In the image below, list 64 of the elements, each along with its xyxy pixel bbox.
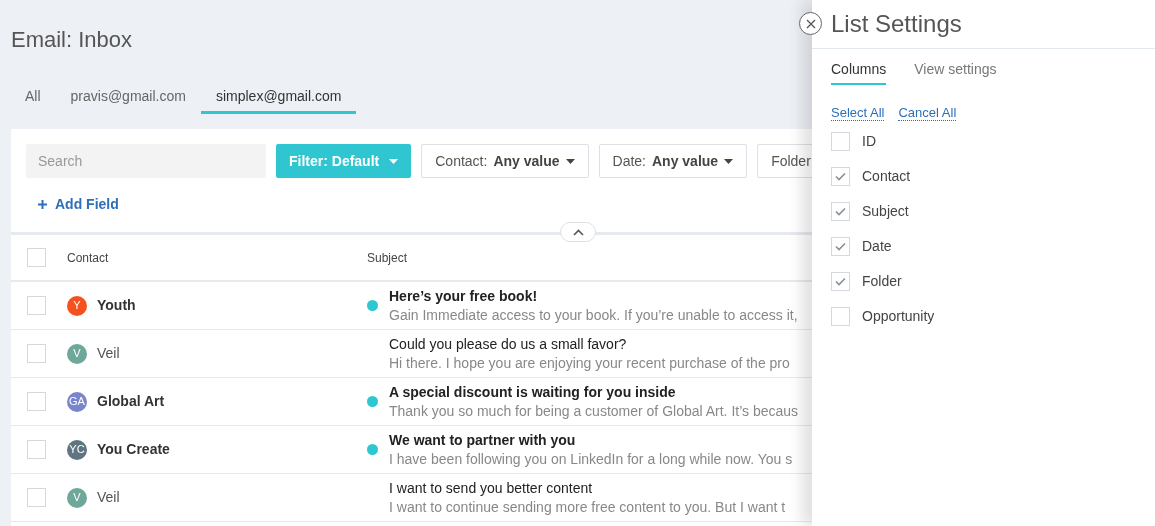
email-subject[interactable]: A special discount is waiting for you inside bbox=[389, 382, 799, 402]
caret-icon bbox=[724, 158, 734, 164]
column-option-label: Folder bbox=[862, 272, 902, 291]
checkmark-icon bbox=[835, 207, 846, 216]
contact-name: Veil bbox=[97, 488, 120, 507]
account-tab[interactable]: simplex@gmail.com bbox=[200, 80, 357, 114]
column-option-label: Date bbox=[862, 237, 892, 256]
account-tab[interactable]: pravis@gmail.com bbox=[55, 80, 201, 114]
column-option-label: Opportunity bbox=[862, 307, 935, 326]
avatar: V bbox=[67, 487, 87, 508]
column-checkbox[interactable] bbox=[831, 132, 850, 151]
search-field[interactable]: Search bbox=[26, 144, 266, 178]
column-header[interactable]: Subject bbox=[367, 248, 408, 267]
column-checkbox[interactable] bbox=[831, 272, 850, 291]
avatar: V bbox=[67, 343, 87, 364]
filter-dropdown[interactable]: Contact: Any value bbox=[421, 144, 589, 178]
page-title: Email: Inbox bbox=[11, 26, 133, 54]
filter-dropdown[interactable]: Date: Any value bbox=[598, 144, 748, 178]
checkmark-icon bbox=[835, 277, 846, 286]
email-preview: Gain Immediate access to your book. If you’re unable to access it, bbox=[389, 305, 798, 325]
contact-name: Veil bbox=[97, 344, 120, 363]
settings-tab[interactable]: View settings bbox=[914, 57, 997, 85]
column-option-label: Contact bbox=[862, 167, 911, 186]
chevron-up-icon bbox=[572, 228, 584, 236]
account-tab[interactable]: All bbox=[11, 80, 56, 114]
email-preview: Hi there. I hope you are enjoying your recent purchase of the pro bbox=[389, 353, 790, 373]
caret-icon bbox=[565, 158, 575, 164]
checkmark-icon bbox=[835, 242, 846, 251]
caret-icon bbox=[389, 158, 399, 164]
contact-name: You Create bbox=[97, 440, 170, 459]
column-header[interactable]: Contact bbox=[67, 248, 367, 267]
column-checkbox[interactable] bbox=[831, 202, 850, 221]
cancel-all-link[interactable]: Cancel All bbox=[898, 105, 957, 121]
plus-icon bbox=[38, 200, 47, 209]
column-option-label: ID bbox=[862, 132, 876, 151]
contact-name: Global Art bbox=[97, 392, 165, 411]
email-subject[interactable]: Could you please do us a small favor? bbox=[389, 334, 790, 354]
checkmark-icon bbox=[835, 172, 846, 181]
email-preview: I want to continue sending more free content to you. But I want t bbox=[389, 497, 786, 517]
column-option-label: Subject bbox=[862, 202, 909, 221]
email-preview: I have been following you on LinkedIn for a long while now. You s bbox=[389, 449, 793, 469]
panel-title: List Settings bbox=[831, 9, 962, 39]
row-checkbox[interactable] bbox=[27, 344, 46, 363]
collapse-button[interactable] bbox=[560, 222, 596, 242]
add-field-link[interactable]: Add Field bbox=[38, 194, 119, 215]
row-checkbox[interactable] bbox=[27, 296, 46, 315]
column-checkbox[interactable] bbox=[831, 307, 850, 326]
avatar: Y bbox=[67, 295, 87, 316]
select-all-checkbox[interactable] bbox=[27, 248, 46, 267]
row-checkbox[interactable] bbox=[27, 488, 46, 507]
settings-tab[interactable]: Columns bbox=[831, 57, 887, 85]
email-subject[interactable]: I want to send you better content bbox=[389, 478, 786, 498]
column-checkbox[interactable] bbox=[831, 237, 850, 256]
email-preview: Thank you so much for being a customer of Global Art. It’s becaus bbox=[389, 401, 799, 421]
avatar: YC bbox=[67, 439, 87, 460]
email-subject[interactable]: We want to partner with you bbox=[389, 430, 793, 450]
avatar: GA bbox=[67, 391, 87, 412]
select-all-link[interactable]: Select All bbox=[831, 105, 885, 121]
contact-name: Youth bbox=[97, 296, 136, 315]
row-checkbox[interactable] bbox=[27, 392, 46, 411]
column-checkbox[interactable] bbox=[831, 167, 850, 186]
row-checkbox[interactable] bbox=[27, 440, 46, 459]
email-subject[interactable]: Here’s your free book! bbox=[389, 286, 798, 306]
close-icon[interactable] bbox=[799, 12, 822, 35]
